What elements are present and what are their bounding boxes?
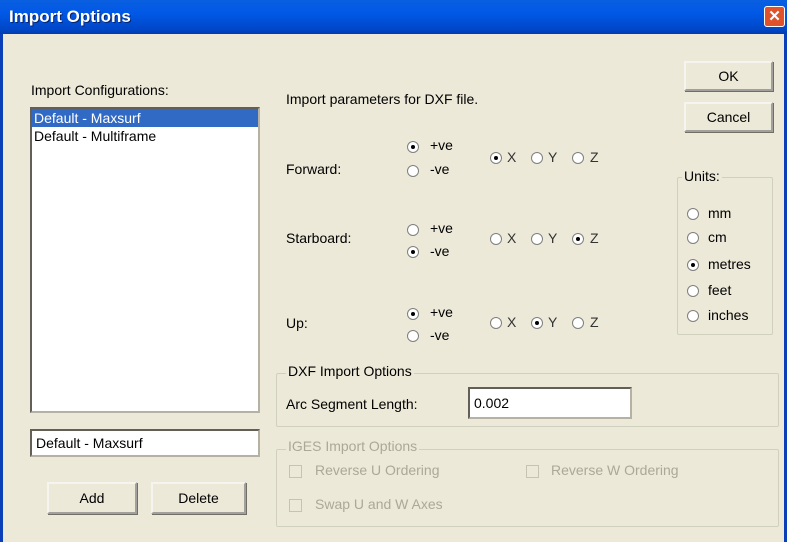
reverse-u-label: Reverse U Ordering xyxy=(315,462,440,478)
up-x-label: X xyxy=(507,314,517,330)
arc-segment-length-field[interactable]: 0.002 xyxy=(468,387,632,419)
up-z-label: Z xyxy=(590,314,599,330)
starboard-x-label: X xyxy=(507,230,517,246)
starboard-plus-radio[interactable] xyxy=(407,224,419,236)
units-inches-label: inches xyxy=(708,307,749,323)
forward-minus-radio[interactable] xyxy=(407,165,419,177)
window-frame-left xyxy=(0,34,3,542)
forward-plus-radio[interactable] xyxy=(407,141,419,153)
forward-x-label: X xyxy=(507,149,517,165)
forward-y-radio[interactable] xyxy=(531,152,543,164)
units-legend: Units: xyxy=(682,168,722,184)
arc-segment-length-label: Arc Segment Length: xyxy=(286,396,418,412)
forward-z-label: Z xyxy=(590,149,599,165)
up-x-radio[interactable] xyxy=(490,317,502,329)
close-icon[interactable]: ✕ xyxy=(764,6,785,27)
forward-x-radio[interactable] xyxy=(490,152,502,164)
cancel-button[interactable]: Cancel xyxy=(684,102,773,132)
forward-y-label: Y xyxy=(548,149,558,165)
units-metres-radio[interactable] xyxy=(687,259,699,271)
forward-label: Forward: xyxy=(286,161,342,177)
units-feet-label: feet xyxy=(708,282,732,298)
delete-button[interactable]: Delete xyxy=(151,482,246,514)
starboard-minus-radio[interactable] xyxy=(407,246,419,258)
list-item[interactable]: Default - Multiframe xyxy=(32,127,258,145)
starboard-x-radio[interactable] xyxy=(490,233,502,245)
configurations-listbox[interactable]: Default - Maxsurf Default - Multiframe xyxy=(30,107,260,413)
starboard-z-label: Z xyxy=(590,230,599,246)
title-bar: Import Options ✕ xyxy=(0,0,787,34)
list-item[interactable]: Default - Maxsurf xyxy=(32,109,258,127)
up-minus-label: -ve xyxy=(430,327,450,343)
starboard-z-radio[interactable] xyxy=(572,233,584,245)
up-y-radio[interactable] xyxy=(531,317,543,329)
ok-button[interactable]: OK xyxy=(684,61,773,91)
forward-z-radio[interactable] xyxy=(572,152,584,164)
forward-plus-label: +ve xyxy=(430,137,453,153)
starboard-plus-label: +ve xyxy=(430,220,453,236)
window-title: Import Options xyxy=(9,7,131,26)
up-y-label: Y xyxy=(548,314,558,330)
reverse-w-checkbox[interactable] xyxy=(526,465,539,478)
up-plus-label: +ve xyxy=(430,304,453,320)
reverse-w-label: Reverse W Ordering xyxy=(551,462,679,478)
up-z-radio[interactable] xyxy=(572,317,584,329)
units-cm-radio[interactable] xyxy=(687,232,699,244)
units-inches-radio[interactable] xyxy=(687,310,699,322)
up-plus-radio[interactable] xyxy=(407,308,419,320)
starboard-label: Starboard: xyxy=(286,230,352,246)
units-metres-label: metres xyxy=(708,256,751,272)
dxf-options-legend: DXF Import Options xyxy=(286,363,414,379)
units-mm-radio[interactable] xyxy=(687,208,699,220)
import-configurations-label: Import Configurations: xyxy=(31,82,169,98)
iges-options-legend: IGES Import Options xyxy=(286,438,420,454)
add-button[interactable]: Add xyxy=(47,482,137,514)
swap-uw-checkbox[interactable] xyxy=(289,499,302,512)
iges-options-group xyxy=(276,449,779,527)
units-cm-label: cm xyxy=(708,229,727,245)
configuration-name-field[interactable]: Default - Maxsurf xyxy=(30,429,260,457)
up-minus-radio[interactable] xyxy=(407,330,419,342)
starboard-minus-label: -ve xyxy=(430,243,450,259)
units-feet-radio[interactable] xyxy=(687,285,699,297)
units-mm-label: mm xyxy=(708,205,732,221)
starboard-y-label: Y xyxy=(548,230,558,246)
swap-uw-label: Swap U and W Axes xyxy=(315,496,443,512)
reverse-u-checkbox[interactable] xyxy=(289,465,302,478)
starboard-y-radio[interactable] xyxy=(531,233,543,245)
up-label: Up: xyxy=(286,315,308,331)
import-parameters-header: Import parameters for DXF file. xyxy=(286,91,479,107)
forward-minus-label: -ve xyxy=(430,161,450,177)
